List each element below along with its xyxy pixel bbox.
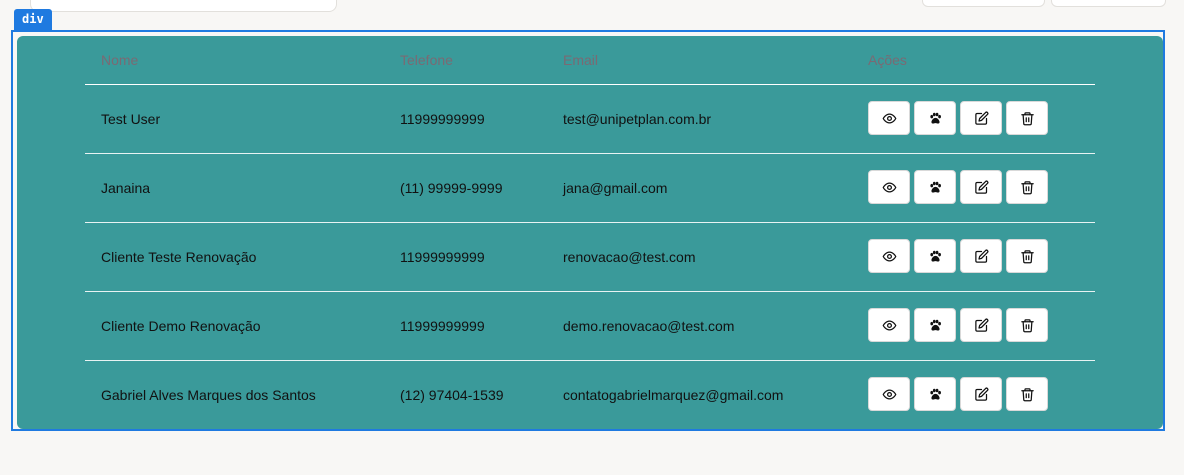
trash-icon (1020, 387, 1035, 402)
edit-button[interactable] (960, 239, 1002, 273)
pets-button[interactable] (914, 101, 956, 135)
eye-icon (882, 318, 897, 333)
view-button[interactable] (868, 101, 910, 135)
table-row: Test User 11999999999 test@unipetplan.com.… (85, 85, 1095, 154)
paw-icon (928, 111, 943, 126)
paw-icon (928, 387, 943, 402)
trash-icon (1020, 249, 1035, 264)
edit-button[interactable] (960, 308, 1002, 342)
paw-icon (928, 180, 943, 195)
delete-button[interactable] (1006, 170, 1048, 204)
row-actions (868, 308, 1048, 342)
cell-name: Test User (101, 111, 161, 127)
header-name: Nome (101, 52, 139, 68)
cell-name: Cliente Teste Renovação (101, 249, 257, 265)
view-button[interactable] (868, 170, 910, 204)
view-button[interactable] (868, 239, 910, 273)
cell-email: contatogabrielmarquez@gmail.com (563, 387, 784, 403)
cell-phone: 11999999999 (400, 249, 485, 265)
edit-icon (974, 180, 989, 195)
cell-email: demo.renovacao@test.com (563, 318, 735, 334)
table-row: Gabriel Alves Marques dos Santos (12) 974… (85, 361, 1095, 429)
eye-icon (882, 111, 897, 126)
header-actions: Ações (868, 52, 907, 68)
cell-phone: 11999999999 (400, 318, 485, 334)
cell-email: jana@gmail.com (563, 180, 668, 196)
toolbar-button-2[interactable] (1051, 0, 1166, 7)
edit-icon (974, 249, 989, 264)
cell-phone: (12) 97404-1539 (400, 387, 504, 403)
inspector-tag: div (14, 9, 52, 30)
table-row: Cliente Teste Renovação 11999999999 renova… (85, 223, 1095, 292)
cell-name: Gabriel Alves Marques dos Santos (101, 387, 316, 403)
pets-button[interactable] (914, 308, 956, 342)
paw-icon (928, 249, 943, 264)
header-phone: Telefone (400, 52, 453, 68)
cell-email: test@unipetplan.com.br (563, 111, 712, 127)
table-body: Test User 11999999999 test@unipetplan.com.… (85, 85, 1095, 429)
edit-button[interactable] (960, 377, 1002, 411)
edit-icon (974, 387, 989, 402)
eye-icon (882, 249, 897, 264)
trash-icon (1020, 111, 1035, 126)
cell-phone: (11) 99999-9999 (400, 180, 503, 196)
row-actions (868, 170, 1048, 204)
toolbar-button-1[interactable] (922, 0, 1045, 7)
row-actions (868, 101, 1048, 135)
eye-icon (882, 387, 897, 402)
row-actions (868, 377, 1048, 411)
edit-icon (974, 318, 989, 333)
pets-button[interactable] (914, 239, 956, 273)
delete-button[interactable] (1006, 101, 1048, 135)
pets-button[interactable] (914, 377, 956, 411)
edit-button[interactable] (960, 101, 1002, 135)
cell-name: Janaina (101, 180, 151, 196)
cell-email: renovacao@test.com (563, 249, 696, 265)
table-row: Janaina (11) 99999-9999 jana@gmail.com (85, 154, 1095, 223)
cell-phone: 11999999999 (400, 111, 485, 127)
edit-button[interactable] (960, 170, 1002, 204)
table-header: Nome Telefone Email Ações (85, 36, 1095, 85)
view-button[interactable] (868, 308, 910, 342)
trash-icon (1020, 180, 1035, 195)
pets-button[interactable] (914, 170, 956, 204)
search-input[interactable] (30, 0, 337, 12)
view-button[interactable] (868, 377, 910, 411)
clients-table-card: Nome Telefone Email Ações Test User 11999… (17, 36, 1163, 429)
clients-table: Nome Telefone Email Ações Test User 11999… (85, 36, 1095, 429)
table-row: Cliente Demo Renovação 11999999999 demo.re… (85, 292, 1095, 361)
cell-name: Cliente Demo Renovação (101, 318, 261, 334)
header-email: Email (563, 52, 599, 68)
delete-button[interactable] (1006, 239, 1048, 273)
delete-button[interactable] (1006, 308, 1048, 342)
edit-icon (974, 111, 989, 126)
row-actions (868, 239, 1048, 273)
trash-icon (1020, 318, 1035, 333)
paw-icon (928, 318, 943, 333)
delete-button[interactable] (1006, 377, 1048, 411)
eye-icon (882, 180, 897, 195)
